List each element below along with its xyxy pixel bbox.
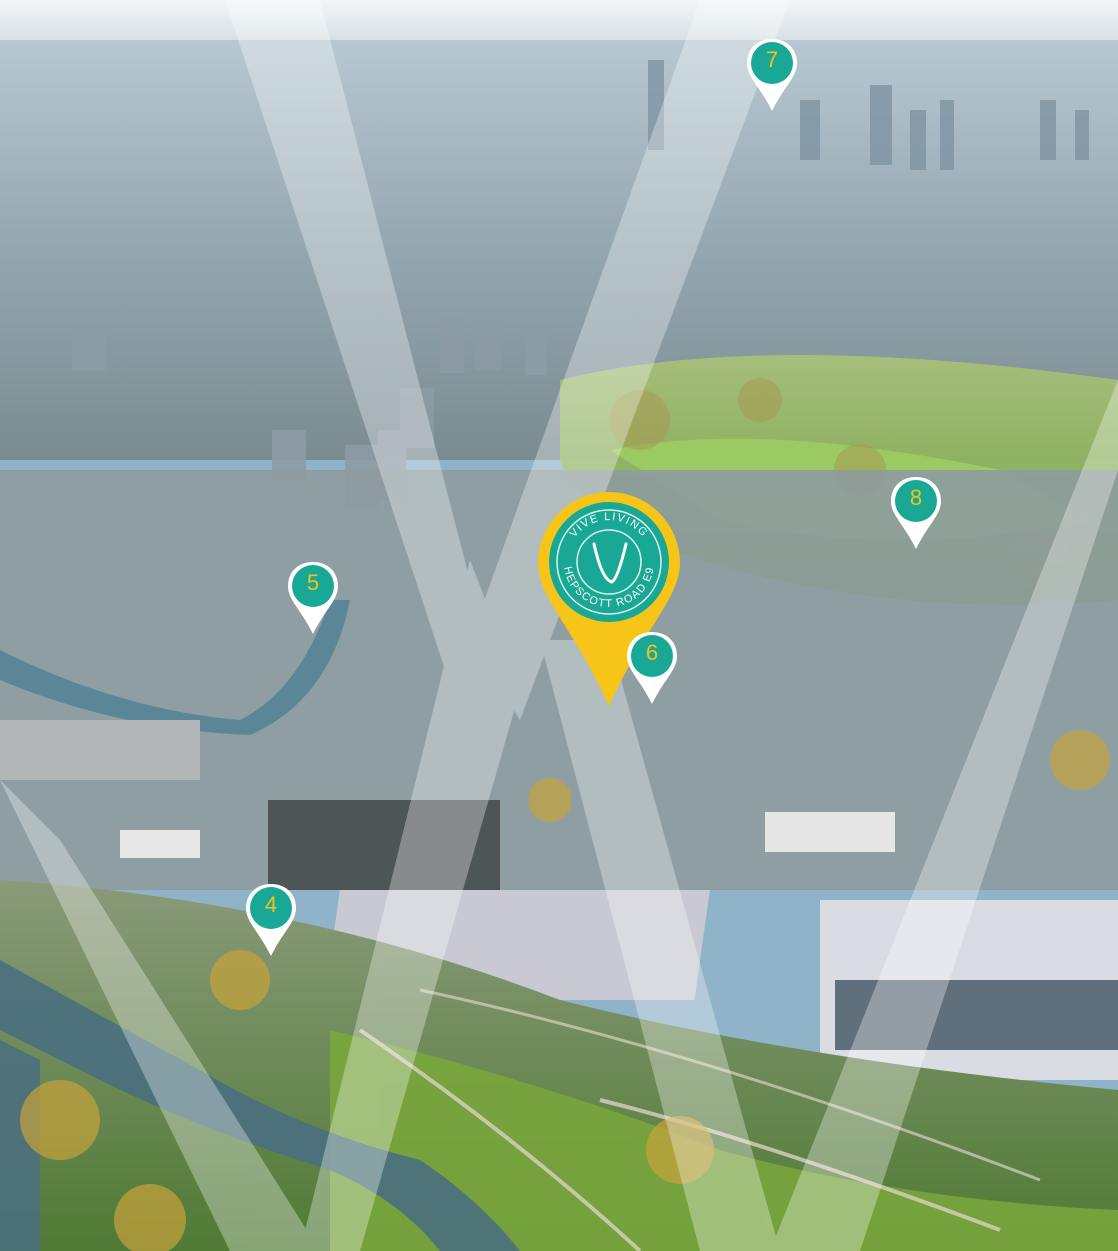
aerial-map: VIVE LIVING HEPSCOTT ROAD E9 7 8 5 6 4 (0, 0, 1118, 1251)
marker-label: 5 (306, 570, 320, 595)
marker-6[interactable]: 6 (625, 630, 679, 706)
marker-7[interactable]: 7 (745, 37, 799, 113)
marker-4[interactable]: 4 (244, 882, 298, 958)
marker-5[interactable]: 5 (286, 560, 340, 636)
marker-label: 7 (765, 47, 779, 72)
marker-label: 4 (264, 892, 278, 917)
marker-8[interactable]: 8 (889, 475, 943, 551)
marker-label: 6 (645, 640, 659, 665)
marker-label: 8 (909, 485, 923, 510)
